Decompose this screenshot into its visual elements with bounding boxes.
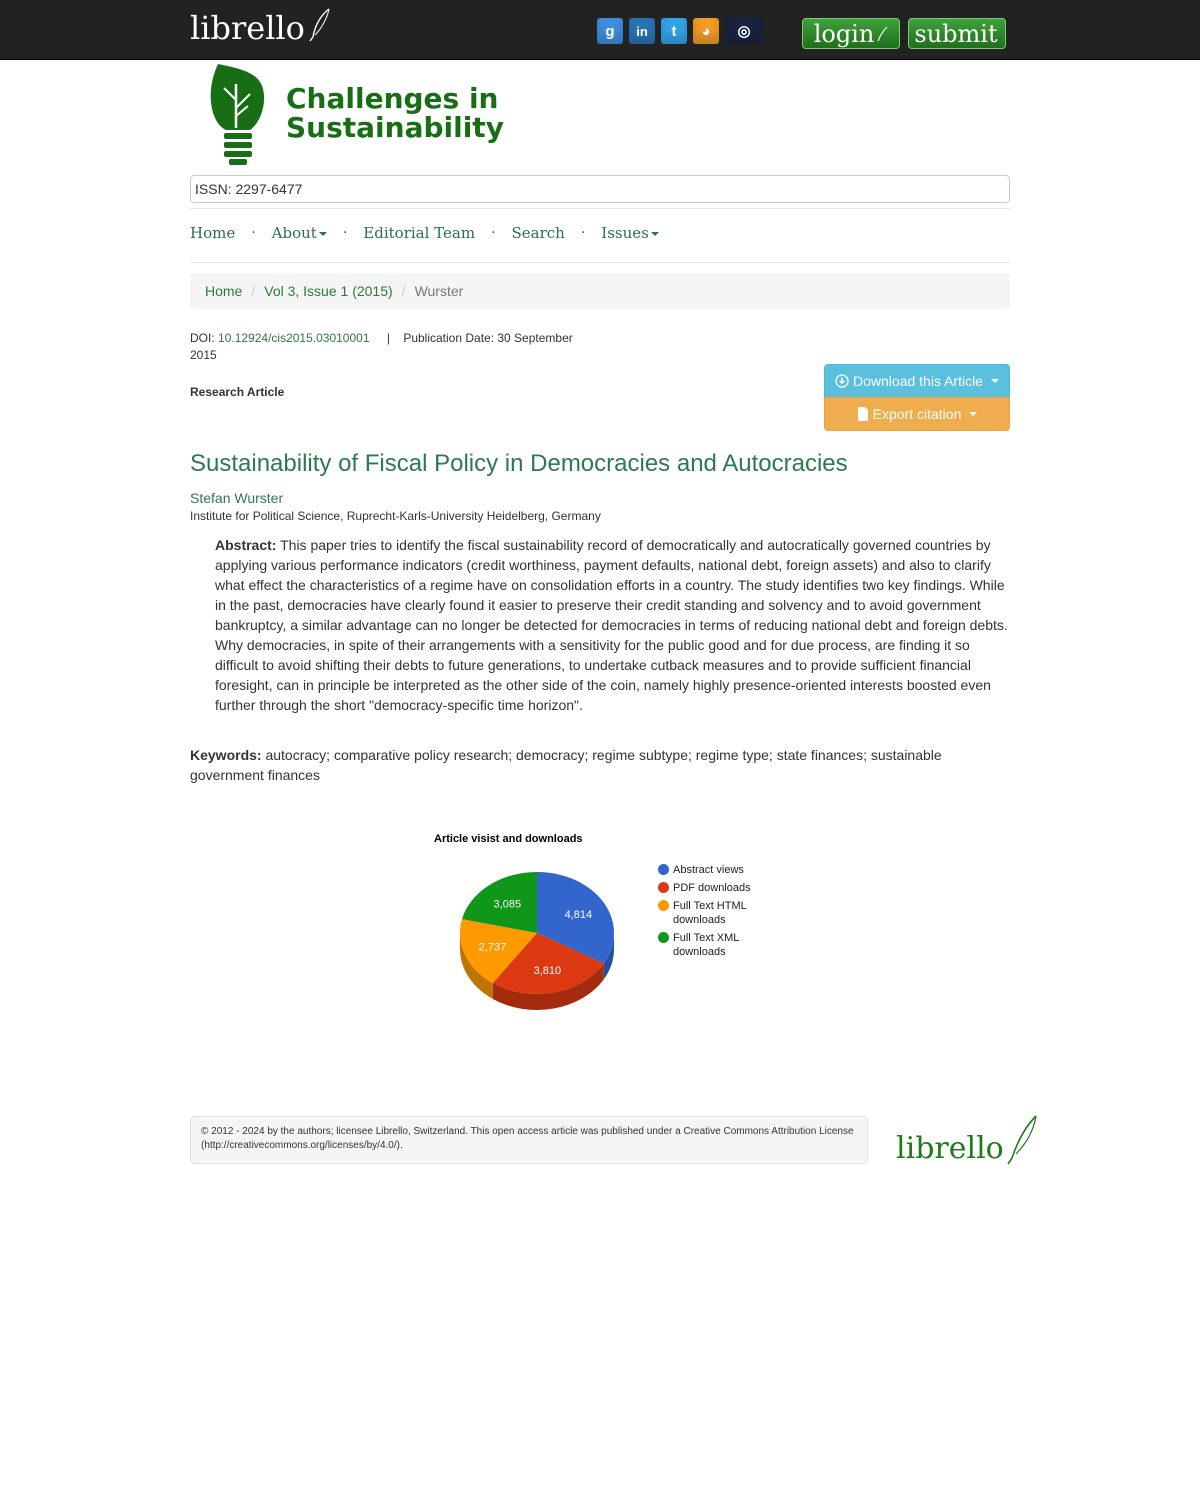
- legend-label: Abstract views: [673, 864, 744, 876]
- nav-issues[interactable]: Issues: [601, 224, 659, 242]
- quill-icon: [877, 26, 888, 41]
- librello-logo-text: librello: [190, 9, 305, 47]
- quill-icon: [309, 8, 330, 42]
- pie-value-label: 3,085: [494, 898, 522, 910]
- caret-down-icon: [990, 379, 999, 383]
- legend-label: Full Text HTML downloads: [673, 900, 747, 926]
- meta-separator: |: [386, 331, 390, 345]
- submit-label: submit: [914, 19, 998, 48]
- file-icon: [857, 407, 868, 421]
- nav-issues-label: Issues: [601, 224, 649, 242]
- breadcrumb-separator: /: [401, 283, 406, 299]
- export-citation-button[interactable]: Export citation: [824, 397, 1010, 431]
- nav-separator: ·: [580, 225, 586, 241]
- linkedin-icon[interactable]: in: [629, 18, 655, 44]
- breadcrumb: Home / Vol 3, Issue 1 (2015) / Wurster: [190, 273, 1010, 309]
- nav-separator: ·: [342, 225, 348, 241]
- author-link[interactable]: Stefan Wurster: [190, 490, 283, 506]
- nav-about[interactable]: About: [272, 224, 327, 242]
- breadcrumb-issue[interactable]: Vol 3, Issue 1 (2015): [264, 283, 392, 299]
- stats-chart: Article visist and downloads 4,814 3,810 2…: [420, 825, 790, 1025]
- legend-item[interactable]: Abstract views: [658, 863, 778, 877]
- export-label: Export citation: [872, 406, 962, 422]
- license-footer: © 2012 - 2024 by the authors; licensee L…: [190, 1116, 868, 1164]
- caret-down-icon: [318, 232, 327, 236]
- copyright-icon: ©: [201, 1126, 209, 1137]
- main-nav: Home · About · Editorial Team · Search ·…: [190, 224, 659, 242]
- download-label: Download this Article: [853, 373, 983, 389]
- nav-separator: ·: [491, 225, 496, 241]
- nav-search[interactable]: Search: [512, 224, 565, 242]
- divider: [190, 208, 1010, 209]
- pie-chart: 4,814 3,810 2,737 3,085: [460, 872, 614, 1010]
- google-plus-icon[interactable]: g: [597, 18, 623, 44]
- download-circle-icon: [835, 374, 849, 388]
- nav-editorial-team[interactable]: Editorial Team: [363, 224, 475, 242]
- chart-legend: Abstract views PDF downloads Full Text HTM…: [658, 863, 778, 963]
- breadcrumb-current: Wurster: [414, 283, 464, 299]
- author-affiliation: Institute for Political Science, Ruprech…: [190, 509, 601, 523]
- legend-label: Full Text XML downloads: [673, 932, 740, 958]
- twitter-icon[interactable]: t: [661, 18, 687, 44]
- footer-librello-logo[interactable]: librello: [896, 1114, 1038, 1166]
- doi-label: DOI:: [190, 331, 215, 345]
- auth-buttons: login submit: [802, 18, 1006, 49]
- article-title: Sustainability of Fiscal Policy in Democ…: [190, 450, 848, 477]
- doi-link[interactable]: 10.12924/cis2015.03010001: [218, 331, 369, 345]
- legend-item[interactable]: Full Text XML downloads: [658, 931, 778, 959]
- social-links: g in t ◕ ◎: [597, 18, 763, 44]
- rss-icon[interactable]: ◕: [693, 18, 719, 44]
- legend-item[interactable]: PDF downloads: [658, 881, 778, 895]
- legend-swatch: [658, 932, 669, 943]
- abstract: Abstract: This paper tries to identify t…: [215, 535, 1015, 715]
- journal-title[interactable]: Challenges in Sustainability: [286, 84, 504, 142]
- archive-icon[interactable]: ◎: [725, 18, 763, 44]
- pie-value-label: 3,810: [534, 965, 562, 977]
- keywords: Keywords: autocracy; comparative policy …: [190, 745, 1010, 785]
- copyright-text: 2012 - 2024 by the authors; licensee Lib…: [201, 1126, 854, 1151]
- top-navbar: librello g in t ◕ ◎ login submit: [0, 0, 1200, 60]
- divider: [190, 262, 1010, 263]
- legend-swatch: [658, 864, 669, 875]
- quill-icon: [1007, 1115, 1037, 1165]
- caret-down-icon: [969, 412, 978, 416]
- login-label: login: [813, 19, 875, 48]
- article-meta: DOI: 10.12924/cis2015.03010001 | Publica…: [190, 330, 580, 364]
- journal-title-line2: Sustainability: [286, 111, 504, 144]
- legend-swatch: [658, 900, 669, 911]
- submit-button[interactable]: submit: [908, 18, 1006, 49]
- librello-home-link[interactable]: librello: [190, 8, 331, 48]
- abstract-text: This paper tries to identify the fiscal …: [215, 537, 1008, 713]
- abstract-label: Abstract:: [215, 537, 277, 553]
- caret-down-icon: [650, 232, 659, 236]
- login-button[interactable]: login: [802, 18, 900, 49]
- download-article-button[interactable]: Download this Article: [824, 364, 1010, 398]
- breadcrumb-separator: /: [251, 283, 256, 299]
- nav-home[interactable]: Home: [190, 224, 235, 242]
- keywords-label: Keywords:: [190, 747, 262, 763]
- keywords-text: autocracy; comparative policy research; …: [190, 747, 942, 783]
- pie-value-label: 2,737: [479, 942, 507, 954]
- legend-swatch: [658, 882, 669, 893]
- article-type: Research Article: [190, 385, 285, 399]
- journal-title-line1: Challenges in: [286, 82, 499, 115]
- legend-label: PDF downloads: [673, 882, 751, 894]
- legend-item[interactable]: Full Text HTML downloads: [658, 899, 778, 927]
- pie-value-label: 4,814: [565, 909, 593, 921]
- nav-separator: ·: [251, 225, 256, 241]
- lightbulb-leaf-logo[interactable]: [210, 64, 266, 166]
- nav-about-label: About: [271, 224, 317, 242]
- issn-field: ISSN: 2297-6477: [190, 175, 1010, 203]
- breadcrumb-home[interactable]: Home: [205, 283, 242, 299]
- footer-logo-text: librello: [896, 1131, 1004, 1166]
